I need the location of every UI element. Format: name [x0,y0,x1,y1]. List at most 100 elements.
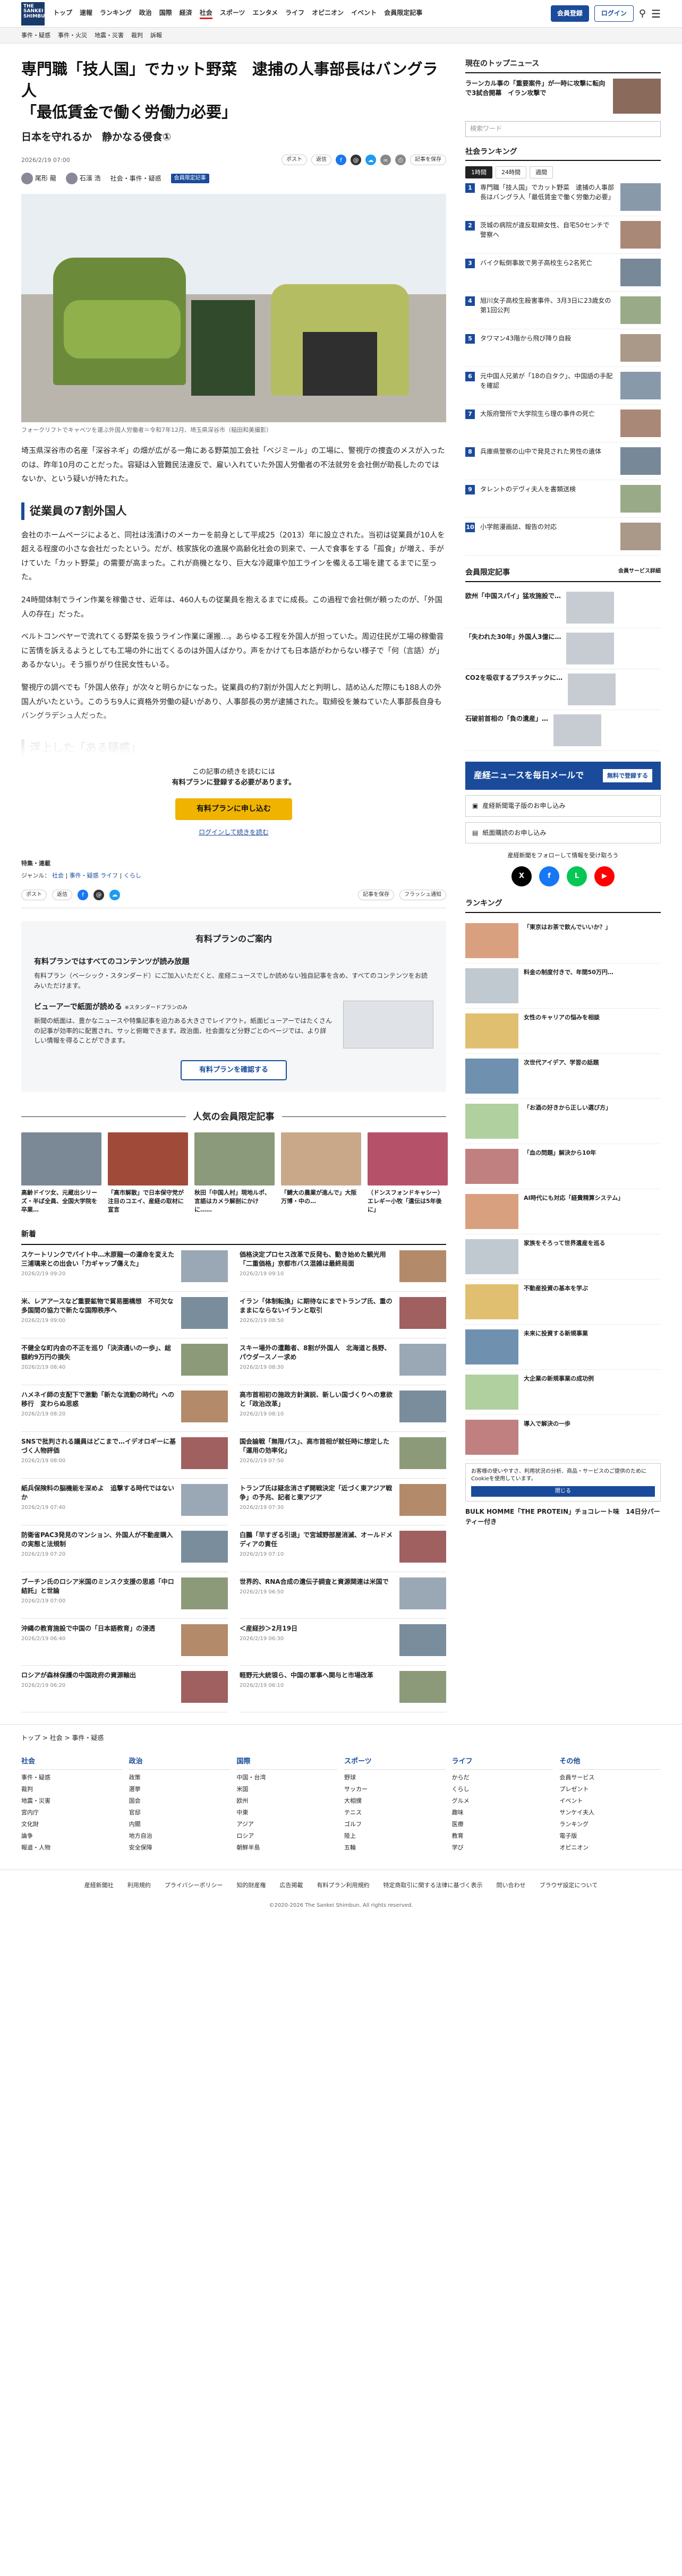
footer-bottom-link[interactable]: 広告掲載 [280,1881,303,1890]
bluesky-icon[interactable]: ☁ [365,155,376,166]
footer-link[interactable]: 地方自治 [129,1830,231,1842]
footer-link[interactable]: 趣味 [452,1807,553,1819]
footer-link[interactable]: 朝鮮半島 [236,1842,338,1854]
footer-col-heading[interactable]: その他 [559,1756,661,1770]
news-item[interactable]: ロシアが森林保護の中国政府の資源輸出 2026/2/19 06:20 [21,1666,228,1712]
ranking-item[interactable]: 4 旭川女子高校生殺害事件、3月3日に23歳女の第1回公判 [465,292,661,330]
footer-link[interactable]: 官邸 [129,1807,231,1819]
footer-link[interactable]: 裁判 [21,1784,123,1795]
footer-link[interactable]: グルメ [452,1795,553,1807]
x-post-button[interactable]: ポスト [282,155,307,165]
flash-button[interactable]: フラッシュ通知 [399,890,446,900]
footer-link[interactable]: ランキング [559,1819,661,1830]
ranking-item[interactable]: 5 タワマン43階から飛び降り自殺 [465,329,661,368]
author[interactable]: 尾形 龍 [21,173,56,185]
news-item[interactable]: 防衛省PAC3発見のマンション、外国人が不動産購入の実態と法規制 2026/2/1… [21,1525,228,1572]
ad-item[interactable]: 料金の制度付きで、年間50万円… [465,963,661,1009]
footer-bottom-link[interactable]: 有料プラン利用規約 [317,1881,370,1890]
facebook-icon[interactable]: f [336,155,346,166]
footer-link[interactable]: くらし [452,1784,553,1795]
footer-link[interactable]: 政策 [129,1772,231,1784]
footer-bottom-link[interactable]: 知的財産権 [237,1881,266,1890]
footer-link[interactable]: 国会 [129,1795,231,1807]
member-item[interactable]: 「失われた30年」外国人3億に… [465,628,661,670]
link-icon[interactable]: ∞ [380,155,391,166]
news-item[interactable]: スキー場外の遭難者、8割が外国人 北海道と長野、パウダースノー求め 2026/2/… [240,1338,446,1385]
footer-link[interactable]: ロシア [236,1830,338,1842]
ad-item[interactable]: 「血の問題」解決から10年 [465,1144,661,1190]
footer-link[interactable]: 野球 [344,1772,446,1784]
ad-item[interactable]: 家族をそろって世界遺産を巡る [465,1234,661,1280]
subnav-item[interactable]: 裁判 [131,31,143,40]
ad-item[interactable]: 未来に投資する新規事業 [465,1325,661,1370]
footer-col-heading[interactable]: ライフ [451,1756,553,1770]
news-item[interactable]: 米、レアアースなど重要鉱物で貿易圏構想 不可欠な多国間の協力で新たな国際秩序へ 2… [21,1292,228,1338]
footer-bottom-link[interactable]: 問い合わせ [497,1881,526,1890]
tab-1h[interactable]: 1時間 [465,166,492,179]
nav-world[interactable]: 国際 [159,8,172,20]
ranking-item[interactable]: 9 タレントのデヴィ夫人を書類送検 [465,480,661,518]
footer-link[interactable]: 内閣 [129,1819,231,1830]
tag-link[interactable]: くらし [124,872,141,879]
news-item[interactable]: イラン「体制転換」に期待なにまでトランプ氏、重のままにならないイランと取引 202… [240,1292,446,1338]
footer-link[interactable]: サンケイ夫人 [559,1807,661,1819]
plan-check-button[interactable]: 有料プランを確認する [181,1060,287,1080]
nav-entertainment[interactable]: エンタメ [253,8,278,20]
nav-ranking[interactable]: ランキング [100,8,132,20]
footer-link[interactable]: オピニオン [559,1842,661,1854]
news-item[interactable]: 白鵬「早すぎる引退」で宮城野部屋消滅、オールドメディアの責任 2026/2/19 … [240,1525,446,1572]
popular-card[interactable]: （ドンスフォンドキャシー）エレギー小牧「遺伝は5年後に」 [368,1132,448,1214]
footer-link[interactable]: プレゼント [559,1784,661,1795]
close-button[interactable]: 閉じる [471,1486,655,1497]
login-link[interactable]: ログインして続きを読む [21,828,446,838]
footer-link[interactable]: 中国・台湾 [236,1772,338,1784]
footer-link[interactable]: 陸上 [344,1830,446,1842]
footer-link[interactable]: 文化財 [21,1819,123,1830]
tag-link[interactable]: 社会 [52,872,64,879]
ranking-item[interactable]: 7 大阪府警所で大学院生ら理の事件の死亡 [465,405,661,443]
nav-top[interactable]: トップ [53,8,72,20]
ad-item[interactable]: 不動産投資の基本を学ぶ [465,1280,661,1325]
subscribe-button[interactable]: 有料プランに申し込む [175,798,292,821]
news-item[interactable]: 軽野元大統領ら、中国の軍事へ関与と市場改革 2026/2/19 06:10 [240,1666,446,1712]
search-icon[interactable]: ⚲ [639,6,646,21]
ranking-item[interactable]: 10 小学館漫画誌、報告の対応 [465,518,661,556]
top-news-item[interactable]: ラーンカル事の「重要案件」が一時に攻撃に転向で3試合開幕 イラン攻撃で [465,78,661,114]
popular-card[interactable]: 高齢ドイツ女、元蔵出シリーズ・半ば全員、全国大学院を卒業… [21,1132,101,1214]
popular-card[interactable]: 「鯖大の農業が進んで」大阪万博・中の… [281,1132,361,1214]
footer-link[interactable]: 米国 [236,1784,338,1795]
ad-item[interactable]: 「お酒の好きから正しい選び方」 [465,1099,661,1145]
footer-bottom-link[interactable]: 特定商取引に関する法律に基づく表示 [383,1881,483,1890]
nav-life[interactable]: ライフ [285,8,304,20]
ad-item[interactable]: AI時代にも対応「経費精算システム」 [465,1189,661,1235]
footer-link[interactable]: 宮内庁 [21,1807,123,1819]
register-button[interactable]: 会員登録 [550,5,589,22]
footer-link[interactable]: 中東 [236,1807,338,1819]
footer-link[interactable]: 会員サービス [559,1772,661,1784]
ranking-item[interactable]: 2 茨城の病院が違反取締女性、自宅50センチで警察へ [465,216,661,254]
nav-sports[interactable]: スポーツ [220,8,245,20]
popular-card[interactable]: 「高市解散」で日本保守党が注目のコエイ、産経の取材に宣言 [108,1132,188,1214]
footer-link[interactable]: サッカー [344,1784,446,1795]
subnav-item[interactable]: 事件・疑惑 [21,31,50,40]
ranking-item[interactable]: 8 兵庫県警察の山中で発見された男性の遺体 [465,442,661,481]
footer-col-heading[interactable]: 社会 [21,1756,123,1770]
footer-link[interactable]: 事件・疑惑 [21,1772,123,1784]
news-item[interactable]: ＜産経抄＞2月19日 2026/2/19 06:30 [240,1619,446,1666]
news-item[interactable]: SNSで批判される議員はどこまで…イデオロギーに基づく人物評価 2026/2/19… [21,1432,228,1479]
ad-item[interactable]: 導入で解決の一歩 [465,1415,661,1461]
ad-item[interactable]: 大企業の新規事業の成功例 [465,1370,661,1415]
tab-24h[interactable]: 24時間 [496,166,526,179]
promo-text[interactable]: BULK HOMME「THE PROTEIN」チョコレート味 14日分パーティー… [465,1507,661,1526]
nav-breaking[interactable]: 速報 [80,8,92,20]
menu-icon[interactable]: ☰ [651,8,661,19]
subnav-item[interactable]: 訴報 [150,31,162,40]
news-item[interactable]: 国会論戦「無限パス」、高市首相が就任時に想定した「運用の効率化」 2026/2/1… [240,1432,446,1479]
footer-link[interactable]: 電子版 [559,1830,661,1842]
ranking-item[interactable]: 6 元中国人兄弟が「18の白タク」、中国語の手配を確認 [465,367,661,405]
reply-button[interactable]: 返信 [52,890,72,900]
footer-link[interactable]: 欧州 [236,1795,338,1807]
nav-event[interactable]: イベント [351,8,377,20]
footer-link[interactable]: 論争 [21,1830,123,1842]
subnav-item[interactable]: 地震・災害 [95,31,124,40]
